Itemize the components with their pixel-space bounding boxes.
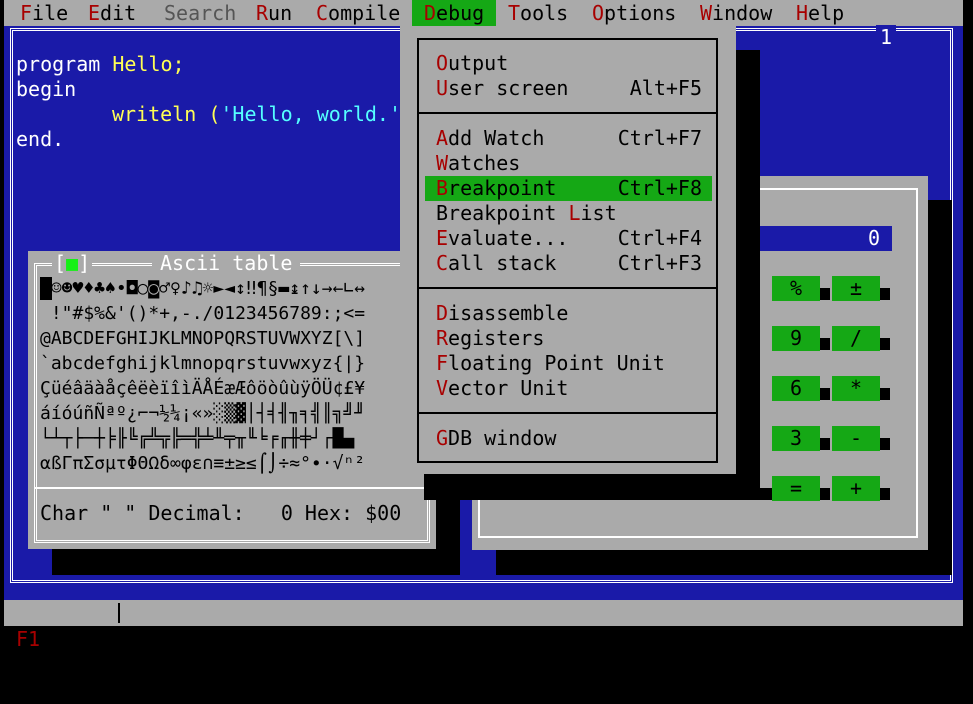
code-line-3[interactable]: writeln ('Hello, world.': [112, 102, 401, 127]
ascii-row[interactable]: áíóúñÑªº¿⌐¬½¼¡«»░▒▓│┤╡╢╖╕╣║╗╝╜: [40, 401, 365, 426]
menu-item-breakpoint-list[interactable]: Breakpoint List: [425, 201, 712, 226]
ascii-close-button[interactable]: [■]: [52, 251, 93, 276]
status-message: Toggles Breakpoint: [136, 679, 353, 703]
ascii-divider: [34, 487, 430, 489]
menu-file[interactable]: File: [8, 0, 80, 26]
window-number: 1: [876, 25, 897, 50]
menu-tools[interactable]: Tools: [496, 0, 580, 26]
menu-run[interactable]: Run: [244, 0, 304, 26]
divide-button[interactable]: /: [832, 326, 880, 351]
ascii-row[interactable]: ÇüéâäàåçêëèïîìÄÅÉæÆôöòûùÿÖÜ¢£¥: [40, 376, 365, 401]
multiply-button[interactable]: *: [832, 376, 880, 401]
menu-window[interactable]: Window: [688, 0, 784, 26]
ascii-row[interactable]: αßΓπΣσµτΦΘΩδ∞φε∩≡±≥≤⌠⌡÷≈°∙·√ⁿ²: [40, 451, 365, 476]
menu-separator: [417, 287, 718, 289]
ascii-table-window[interactable]: [■] Ascii table ☺☻♥♦♣♠•◘○◙♂♀♪♫☼►◄↕‼¶§▬↨↑…: [28, 251, 436, 549]
calc-shadow: [496, 549, 952, 575]
plus-minus-button[interactable]: ±: [832, 276, 880, 301]
status-divider: [118, 603, 120, 623]
menu-item-vector-unit[interactable]: Vector Unit: [425, 376, 712, 401]
ascii-cursor: [40, 277, 52, 300]
menu-separator: [417, 112, 718, 114]
menu-item-output[interactable]: Output: [425, 51, 712, 76]
menu-compile[interactable]: Compile: [304, 0, 412, 26]
menu-options[interactable]: Options: [580, 0, 688, 26]
minus-button[interactable]: -: [832, 426, 880, 451]
menu-debug[interactable]: Debug: [412, 0, 497, 26]
calc-shadow-right: [928, 200, 952, 574]
menu-item-evaluate[interactable]: Evaluate... Ctrl+F4: [425, 226, 712, 251]
code-line-1[interactable]: program Hello;: [16, 52, 185, 77]
ascii-status: Char " " Decimal: 0 Hex: $00: [40, 501, 402, 525]
percent-button[interactable]: %: [772, 276, 820, 301]
ascii-shadow: [52, 549, 460, 575]
help-hint[interactable]: F1 Help: [16, 626, 100, 652]
menu-item-breakpoint[interactable]: Breakpoint Ctrl+F8: [425, 176, 712, 201]
equals-button[interactable]: =: [772, 476, 820, 501]
menu-item-add-watch[interactable]: Add Watch Ctrl+F7: [425, 126, 712, 151]
menu-item-registers[interactable]: Registers: [425, 326, 712, 351]
menu-search[interactable]: Search: [152, 0, 248, 26]
ascii-row[interactable]: ☺☻♥♦♣♠•◘○◙♂♀♪♫☼►◄↕‼¶§▬↨↑↓→←∟↔: [40, 276, 365, 301]
debug-menu: Output User screen Alt+F5 Add Watch Ctrl+F…: [400, 26, 736, 474]
ascii-row[interactable]: !"#$%&'()*+,-./0123456789:;<=: [40, 301, 365, 326]
debug-menu-shadow-right: [736, 50, 760, 500]
ascii-row[interactable]: @ABCDEFGHIJKLMNOPQRSTUVWXYZ[\]: [40, 326, 365, 351]
menu-edit[interactable]: Edit: [76, 0, 148, 26]
ascii-row[interactable]: `abcdefghijklmnopqrstuvwxyz{|}: [40, 351, 365, 376]
digit-6-button[interactable]: 6: [772, 376, 820, 401]
code-line-2[interactable]: begin: [16, 77, 76, 102]
code-line-4[interactable]: end.: [16, 127, 64, 152]
debug-menu-shadow: [424, 474, 760, 500]
digit-9-button[interactable]: 9: [772, 326, 820, 351]
menu-item-disassemble[interactable]: Disassemble: [425, 301, 712, 326]
menu-item-gdb-window[interactable]: GDB window: [425, 426, 712, 451]
menu-separator: [417, 412, 718, 414]
menu-item-call-stack[interactable]: Call stack Ctrl+F3: [425, 251, 712, 276]
ascii-row[interactable]: └┴┬├─┼╞╟╚╔╩╦╠═╬╧╨╤╥╙╘╒╓╫╪┘┌█▄: [40, 426, 354, 451]
digit-3-button[interactable]: 3: [772, 426, 820, 451]
menu-item-watches[interactable]: Watches: [425, 151, 712, 176]
status-bar: F1 Help Toggles Breakpoint: [4, 600, 963, 703]
menu-bar: File Edit Search Run Compile Debug Tools…: [4, 0, 963, 26]
menu-help[interactable]: Help: [784, 0, 856, 26]
plus-button[interactable]: +: [832, 476, 880, 501]
menu-item-floating-point-unit[interactable]: Floating Point Unit: [425, 351, 712, 376]
ascii-title: Ascii table: [152, 251, 301, 276]
menu-item-user-screen[interactable]: User screen Alt+F5: [425, 76, 712, 101]
